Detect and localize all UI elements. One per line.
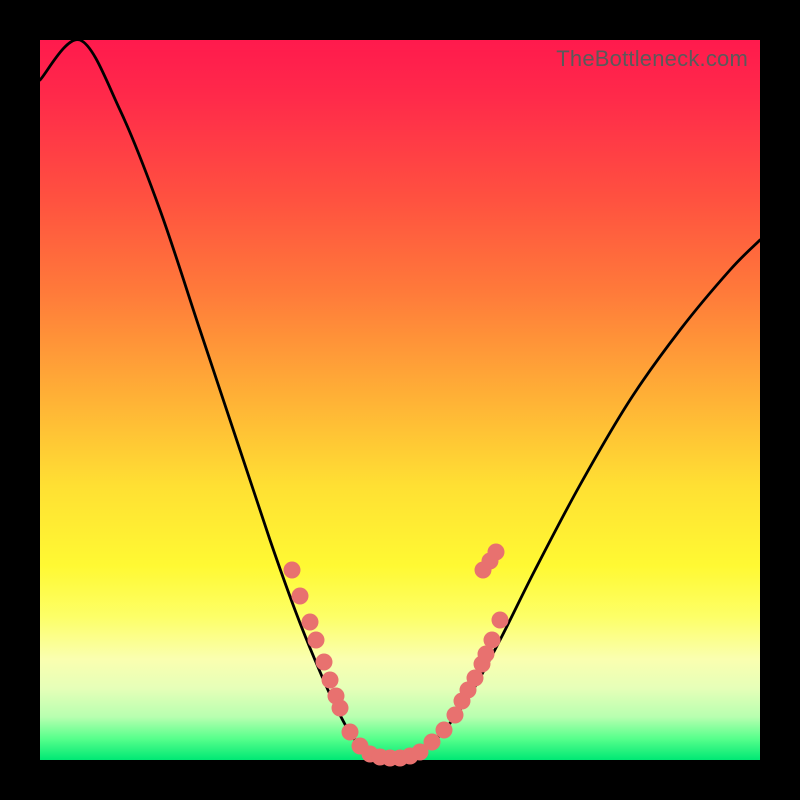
chart-frame: TheBottleneck.com — [0, 0, 800, 800]
data-marker — [424, 734, 441, 751]
data-marker — [292, 588, 309, 605]
data-marker — [488, 544, 505, 561]
data-marker — [316, 654, 333, 671]
plot-area: TheBottleneck.com — [40, 40, 760, 760]
data-markers — [284, 544, 509, 767]
data-marker — [342, 724, 359, 741]
data-marker — [492, 612, 509, 629]
data-marker — [436, 722, 453, 739]
data-marker — [484, 632, 501, 649]
bottleneck-curve — [40, 40, 760, 759]
curve-svg — [40, 40, 760, 760]
data-marker — [302, 614, 319, 631]
data-marker — [284, 562, 301, 579]
data-marker — [332, 700, 349, 717]
data-marker — [308, 632, 325, 649]
data-marker — [322, 672, 339, 689]
